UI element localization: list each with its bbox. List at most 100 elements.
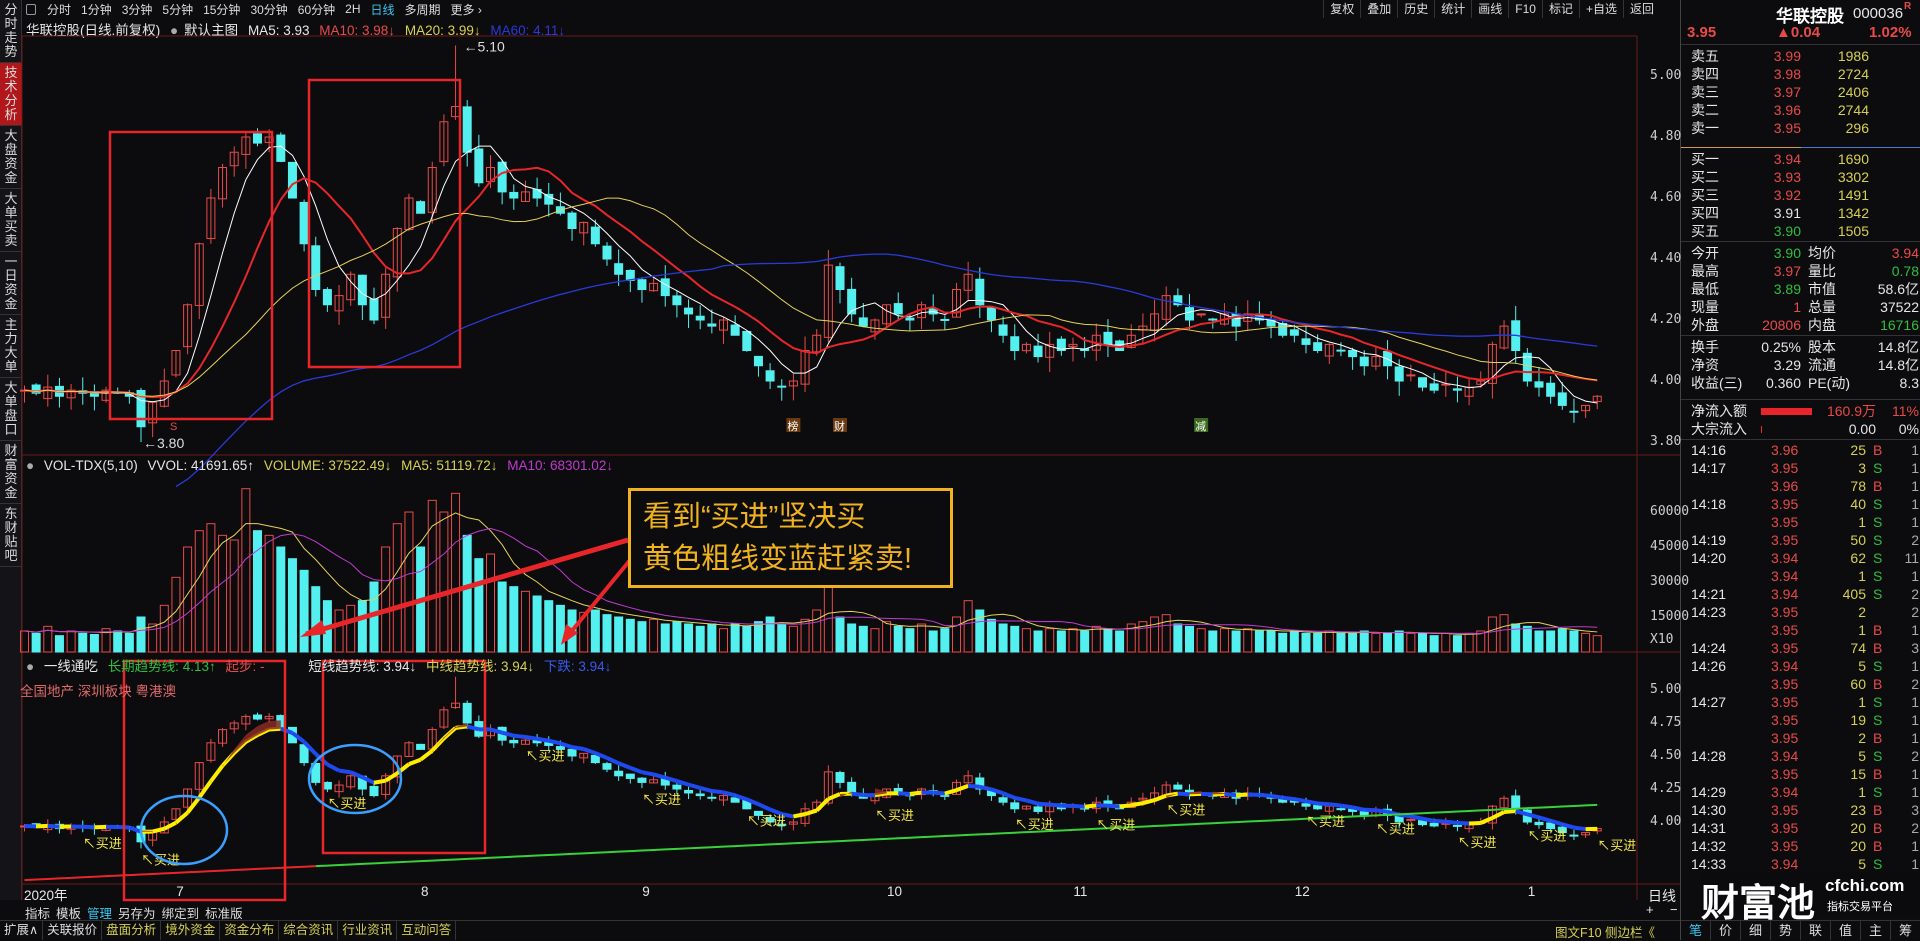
trend-line-segment [712, 791, 724, 792]
bid-price: 3.93 [1774, 168, 1801, 186]
candle-body [859, 318, 867, 326]
extension-tab[interactable]: 盘面分析 [102, 921, 161, 940]
tick-row: 14:283.945S2 [1681, 747, 1920, 765]
watermark-logo: 财富池 cfchi.com 指标交易平台 [1701, 872, 1920, 916]
indicator-tool[interactable]: 绑定到 [159, 903, 203, 920]
candle-body [568, 213, 576, 228]
candle-body [1337, 350, 1345, 351]
indicator-tool[interactable]: 指标 [22, 903, 53, 920]
event-marker: S [170, 421, 177, 433]
extension-tab[interactable]: 综合资讯 [279, 921, 338, 940]
stat-label: 换手 [1691, 338, 1719, 356]
ind-candle-body [615, 771, 623, 776]
flow-label: 大宗流入 [1691, 420, 1747, 438]
price-axis-label: 4.20 [1650, 312, 1681, 327]
indicator-name[interactable]: 一线通吃 [44, 659, 98, 674]
volume-bar [254, 531, 262, 652]
candle-body [1395, 367, 1403, 381]
detail-tab[interactable]: 筹 [1891, 921, 1920, 940]
volume-bar [1081, 631, 1089, 652]
trend-line-segment [1073, 806, 1085, 807]
tick-volume: 5 [1858, 657, 1866, 675]
candle-body [498, 162, 506, 192]
bid-price: 3.90 [1774, 222, 1801, 240]
trend-line-segment [164, 823, 176, 829]
trend-line-segment [1446, 822, 1458, 823]
extension-tab[interactable]: 资金分布 [220, 921, 279, 940]
volume-bar [1337, 633, 1345, 652]
extension-tab[interactable]: 互动问答 [397, 921, 456, 940]
detail-tab[interactable]: 主 [1861, 921, 1891, 940]
tick-time: 14:16 [1691, 441, 1726, 459]
stat-value: 0.360 [1766, 374, 1801, 392]
tick-count: 2 [1911, 603, 1919, 621]
flow-row: 净流入额160.9万11% [1681, 402, 1920, 420]
trend-line-segment [584, 749, 596, 753]
detail-tab[interactable]: 值 [1831, 921, 1861, 940]
candle-body [1104, 332, 1112, 344]
candle-body [1570, 411, 1578, 412]
tick-time: 14:19 [1691, 531, 1726, 549]
indicator-tool[interactable]: 模板 [53, 903, 84, 920]
trend-line-segment [83, 827, 95, 828]
volume-bar [638, 622, 646, 652]
volume-bar [918, 624, 926, 652]
divider [1681, 399, 1920, 400]
volume-bar [1104, 629, 1112, 652]
tick-count: 1 [1911, 855, 1919, 873]
volume-bar [836, 617, 844, 652]
extension-tab[interactable]: 行业资讯 [338, 921, 397, 940]
volume-bar [754, 622, 762, 652]
price-change: ▲0.04 [1776, 24, 1820, 41]
tick-side: S [1873, 693, 1882, 711]
tick-side: S [1873, 783, 1882, 801]
rights-badge: R [1904, 1, 1911, 12]
trend-line-segment [619, 763, 631, 768]
trend-line-segment [700, 788, 712, 791]
volume-bar [1582, 633, 1590, 652]
indicator-tool[interactable]: 标准版 [202, 903, 246, 920]
volume-bar [1279, 633, 1287, 652]
extension-tab[interactable]: 关联报价 [43, 921, 102, 940]
volume-bar [1500, 615, 1508, 652]
divider [1681, 335, 1920, 336]
tick-time: 14:17 [1691, 459, 1726, 477]
trend-line-segment [1015, 798, 1027, 800]
highlight-box [323, 661, 485, 853]
volume-bar [778, 624, 786, 652]
tick-price: 3.95 [1771, 819, 1798, 837]
bid-label: 买一 [1691, 150, 1719, 168]
extension-tab[interactable]: 境外资金 [161, 921, 220, 940]
stat-row: 外盘20806内盘16716 [1681, 316, 1920, 334]
f10-sidebar-toggle[interactable]: 图文F10 侧边栏《 [1555, 922, 1655, 941]
indicator-tool[interactable]: 管理 [84, 903, 115, 920]
volume-bar [1255, 631, 1263, 652]
indicator-tool[interactable]: 另存为 [115, 903, 159, 920]
month-label: 9 [642, 884, 650, 899]
tick-side: B [1873, 765, 1882, 783]
down-value: 下跌: 3.94↓ [544, 659, 612, 674]
settings-icon[interactable]: ● [26, 458, 34, 473]
zoom-in-button[interactable]: + [1646, 902, 1654, 917]
candle-body [696, 316, 704, 320]
tick-count: 2 [1911, 531, 1919, 549]
candle-body [754, 356, 762, 365]
buy-signal-label: ↖买进 [642, 792, 681, 807]
sector-tags[interactable]: 全国地产 深圳板块 粤港澳 [20, 680, 176, 700]
tick-price: 3.95 [1771, 459, 1798, 477]
vol-indicator-name[interactable]: VOL-TDX(5,10) [44, 458, 138, 473]
trend-line-segment [1026, 800, 1038, 803]
stat-value: 3.94 [1892, 244, 1919, 262]
trend-line-segment [828, 794, 840, 799]
bid-row: 买五3.901505 [1681, 222, 1920, 240]
tick-row: 14:193.9550S2 [1681, 531, 1920, 549]
stat-label: 总量 [1808, 298, 1836, 316]
zoom-out-button[interactable]: − [1670, 902, 1678, 917]
tick-price: 3.94 [1771, 747, 1798, 765]
tick-volume: 20 [1850, 819, 1866, 837]
tick-price: 3.94 [1771, 855, 1798, 873]
extension-tab[interactable]: 扩展∧ [0, 921, 43, 940]
settings-icon[interactable]: ● [26, 659, 34, 674]
tick-volume: 1 [1858, 567, 1866, 585]
candle-body [1360, 357, 1368, 366]
